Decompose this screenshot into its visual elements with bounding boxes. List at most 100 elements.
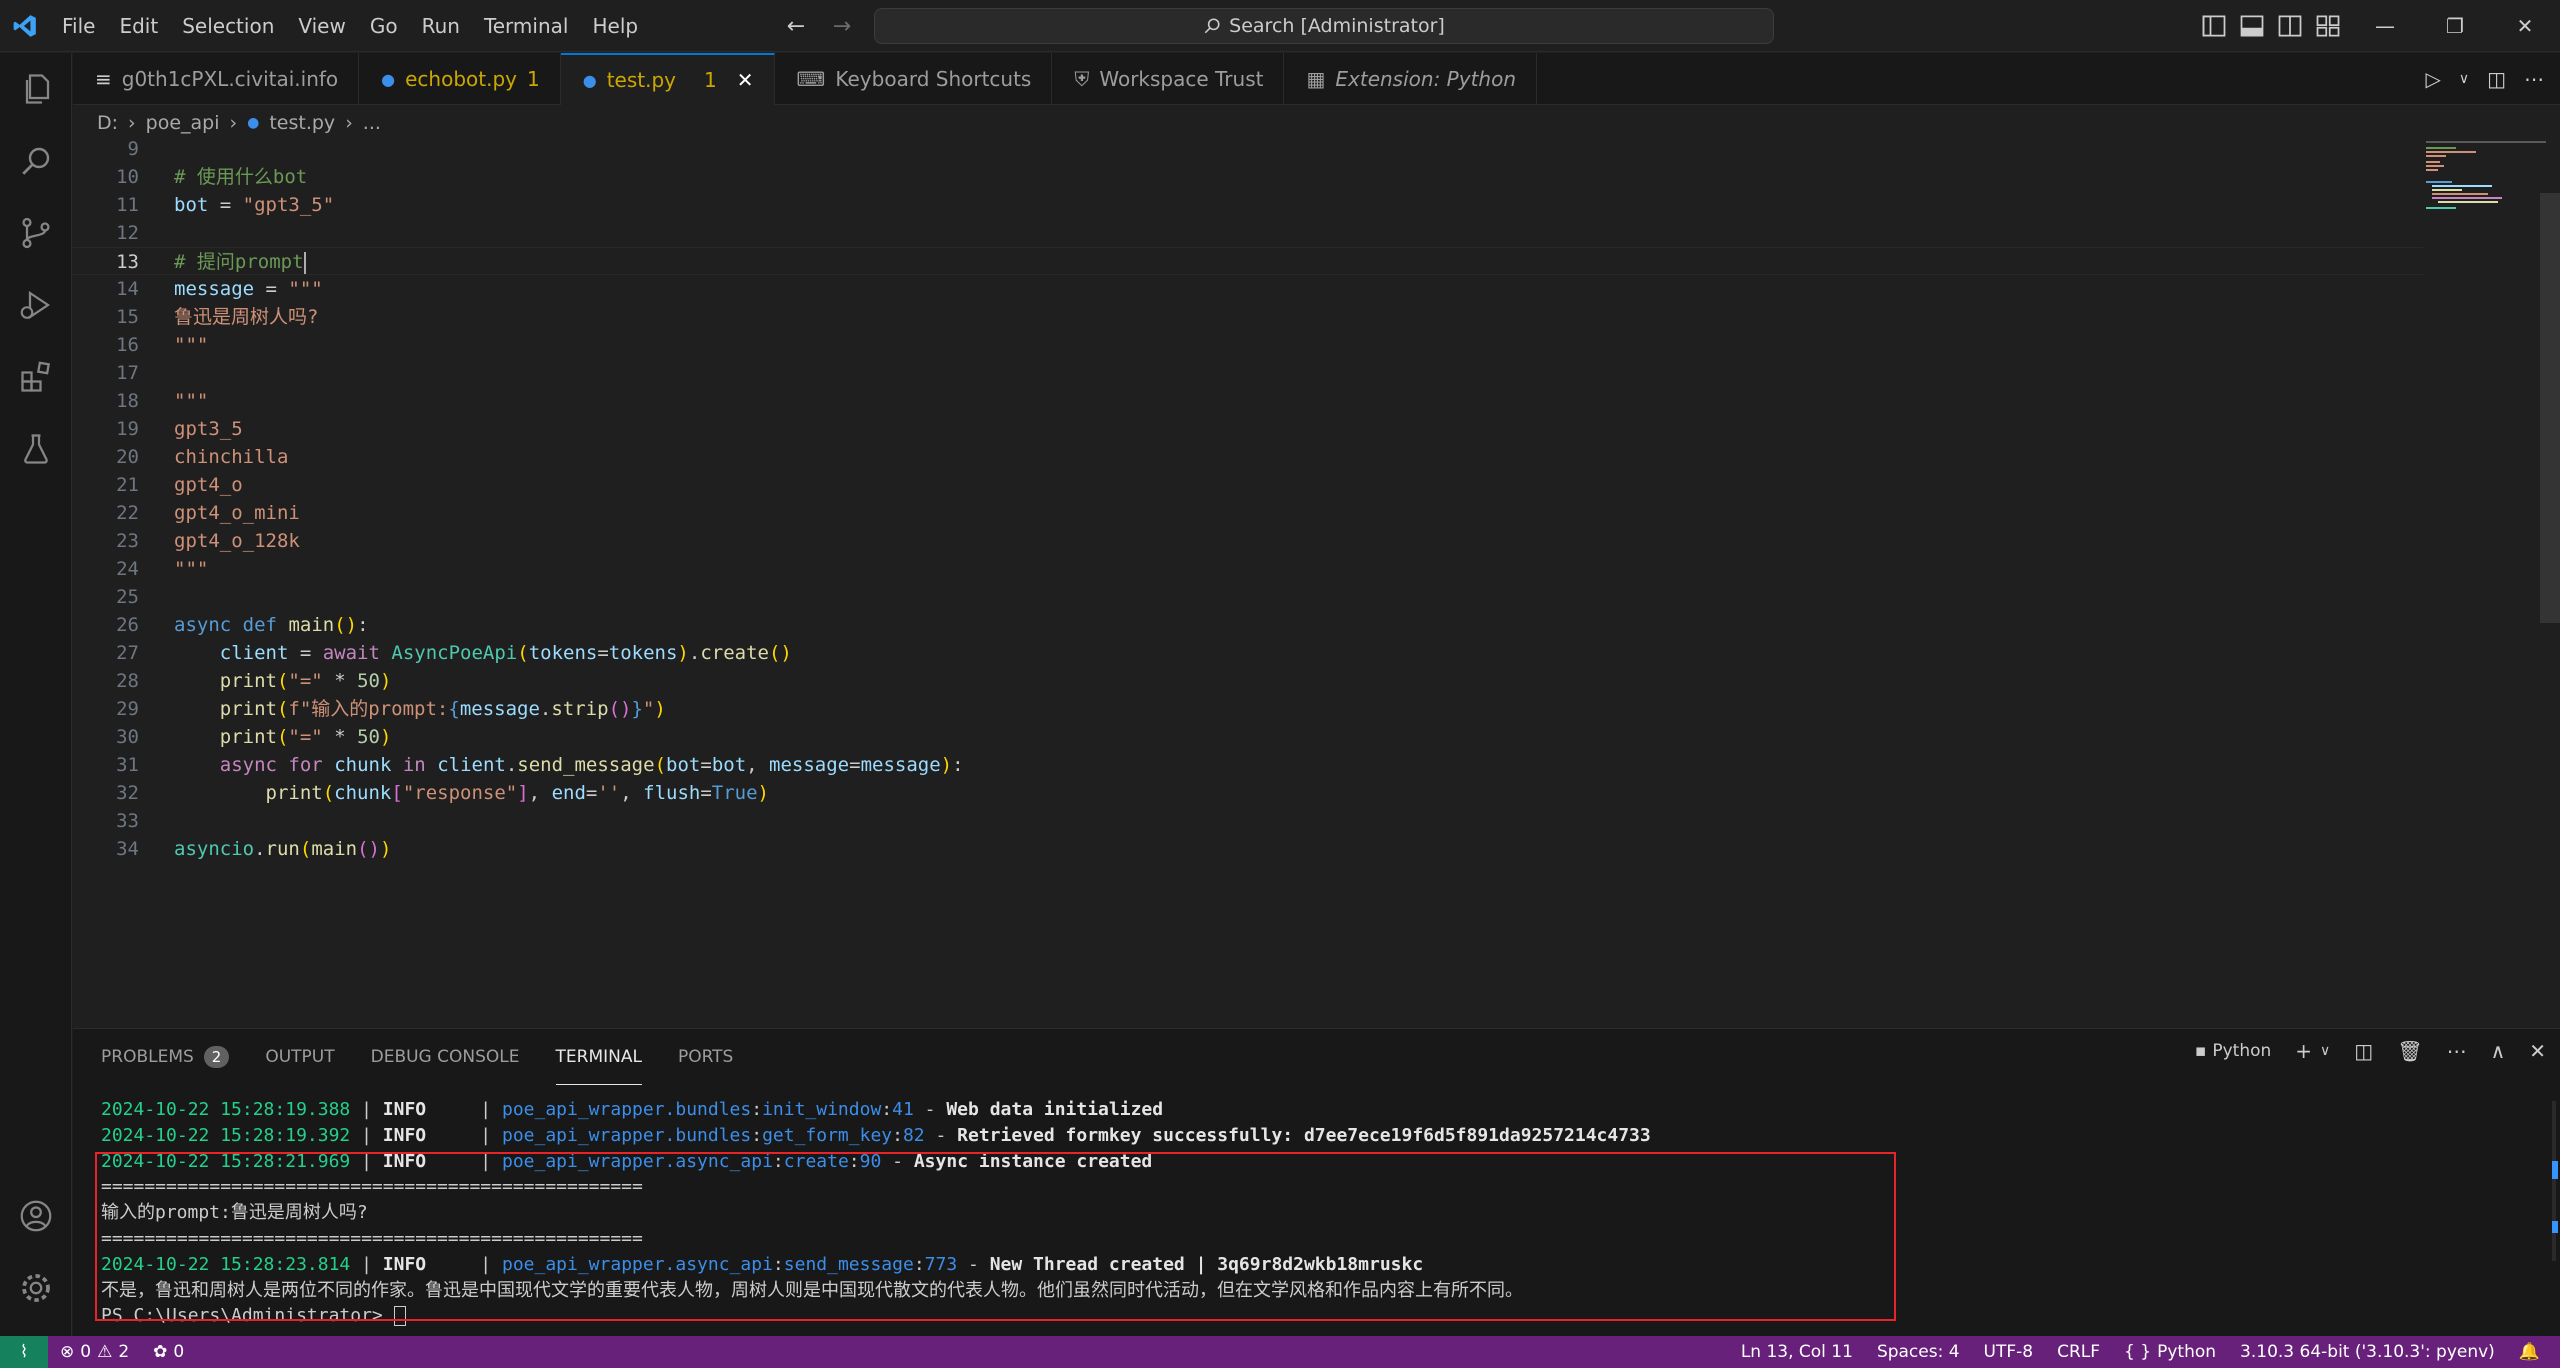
breadcrumb-more[interactable]: ... — [363, 112, 381, 134]
tab-terminal[interactable]: TERMINAL — [555, 1029, 642, 1085]
ports-status[interactable]: ✿ 0 — [141, 1342, 196, 1362]
tab-test-py[interactable]: ● test.py 1 ✕ — [560, 53, 775, 105]
menu-help[interactable]: Help — [580, 8, 650, 44]
line-endings[interactable]: CRLF — [2045, 1342, 2112, 1362]
close-tab-icon[interactable]: ✕ — [737, 68, 754, 92]
breadcrumb-drive[interactable]: D: — [97, 112, 118, 134]
toggle-panel-icon[interactable] — [2238, 12, 2266, 40]
editor-area: ≡ g0th1cPXL.civitai.info ● echobot.py 1 … — [73, 53, 2560, 1028]
explorer-icon[interactable] — [0, 53, 72, 125]
minimap[interactable] — [2426, 141, 2546, 1028]
manage-gear-icon[interactable] — [0, 1252, 72, 1324]
variable: chunk — [334, 782, 392, 804]
trash-icon[interactable]: 🗑 — [2397, 1039, 2422, 1063]
problems-count-badge: 2 — [203, 1046, 230, 1068]
cursor-position[interactable]: Ln 13, Col 11 — [1729, 1342, 1865, 1362]
chevron-down-icon[interactable]: ∨ — [2320, 1043, 2330, 1059]
python-icon: ● — [381, 69, 396, 89]
more-actions-icon[interactable]: ⋯ — [2524, 67, 2544, 91]
run-python-file-icon[interactable]: ▷ — [2425, 67, 2440, 91]
function: main — [311, 838, 358, 860]
title-bar: File Edit Selection View Go Run Terminal… — [0, 0, 2560, 52]
toggle-secondary-sidebar-icon[interactable] — [2276, 12, 2304, 40]
function: strip — [551, 698, 609, 720]
toggle-primary-sidebar-icon[interactable] — [2200, 12, 2228, 40]
remote-indicator-icon[interactable]: ⌇ — [0, 1336, 48, 1368]
breadcrumb-file[interactable]: test.py — [269, 112, 335, 134]
back-arrow-icon[interactable]: ← — [780, 10, 812, 42]
lines-icon: ≡ — [95, 67, 112, 91]
string: gpt4_o — [174, 474, 243, 496]
code-editor[interactable]: 9 10 # 使用什么bot 11 bot = "gpt3_5" 12 13 # 提问… — [73, 138, 2423, 1028]
encoding[interactable]: UTF-8 — [1972, 1342, 2046, 1362]
chevron-down-icon[interactable]: ∨ — [2459, 71, 2469, 87]
variable: message — [769, 754, 850, 776]
menu-edit[interactable]: Edit — [107, 8, 170, 44]
menu-selection[interactable]: Selection — [170, 8, 286, 44]
code-line: 22 gpt4_o_mini — [73, 499, 2423, 527]
menu-view[interactable]: View — [286, 8, 357, 44]
source-control-icon[interactable] — [0, 197, 72, 269]
customize-layout-icon[interactable] — [2314, 12, 2342, 40]
menu-go[interactable]: Go — [358, 8, 410, 44]
log-function: init_window — [762, 1099, 882, 1120]
tab-problem-count: 1 — [527, 67, 540, 91]
close-window-icon[interactable]: ✕ — [2490, 0, 2560, 52]
menu-run[interactable]: Run — [410, 8, 472, 44]
line-number: 17 — [116, 362, 139, 384]
more-actions-icon[interactable]: ⋯ — [2447, 1039, 2467, 1063]
editor-tabs: ≡ g0th1cPXL.civitai.info ● echobot.py 1 … — [73, 53, 2560, 105]
line-number: 25 — [116, 586, 139, 608]
tab-problems[interactable]: PROBLEMS 2 — [101, 1029, 230, 1085]
line-number: 33 — [116, 810, 139, 832]
new-terminal-icon[interactable]: + — [2295, 1039, 2312, 1063]
tab-ports[interactable]: PORTS — [678, 1029, 733, 1085]
variable: message — [174, 278, 255, 300]
editor-scrollbar[interactable] — [2540, 193, 2560, 623]
terminal-shell-name[interactable]: Python — [2212, 1041, 2271, 1061]
restore-icon[interactable]: ❐ — [2420, 0, 2490, 52]
forward-arrow-icon[interactable]: → — [826, 10, 858, 42]
line-number: 15 — [116, 306, 139, 328]
tab-debug-console[interactable]: DEBUG CONSOLE — [371, 1029, 520, 1085]
tab-workspace-trust[interactable]: ⛨ Workspace Trust — [1052, 53, 1285, 105]
code-line: 16 """ — [73, 331, 2423, 359]
language-mode[interactable]: { } Python — [2112, 1342, 2228, 1362]
string: gpt4_o_128k — [174, 530, 300, 552]
terminal-scrollbar[interactable] — [2550, 1101, 2560, 1261]
code-line: 9 — [73, 135, 2423, 163]
notifications-bell-icon[interactable]: 🔔 — [2507, 1342, 2552, 1362]
close-panel-icon[interactable]: ✕ — [2529, 1039, 2546, 1063]
tab-echobot[interactable]: ● echobot.py 1 — [359, 53, 561, 105]
menu-file[interactable]: File — [50, 8, 107, 44]
account-icon[interactable] — [0, 1180, 72, 1252]
search-icon — [1204, 18, 1220, 34]
command-center-search[interactable]: Search [Administrator] — [874, 8, 1774, 44]
log-message: Retrieved formkey successfully: d7ee7ece… — [957, 1124, 1651, 1146]
tab-keyboard-shortcuts[interactable]: ⌨ Keyboard Shortcuts — [775, 53, 1053, 105]
run-debug-icon[interactable] — [0, 269, 72, 341]
testing-flask-icon[interactable] — [0, 413, 72, 485]
keyboard-icon: ⌨ — [796, 67, 826, 91]
problems-status[interactable]: ⊗ 0 ⚠ 2 — [48, 1342, 141, 1362]
split-terminal-icon[interactable]: ◫ — [2354, 1039, 2373, 1063]
tab-civitai-info[interactable]: ≡ g0th1cPXL.civitai.info — [73, 53, 360, 105]
indentation[interactable]: Spaces: 4 — [1865, 1342, 1972, 1362]
line-number: 22 — [116, 502, 139, 524]
tab-output[interactable]: OUTPUT — [265, 1029, 334, 1085]
tab-extension-python[interactable]: ▦ Extension: Python — [1284, 53, 1537, 105]
code-line: 31 async for chunk in client.send_messag… — [73, 751, 2423, 779]
extensions-icon[interactable] — [0, 341, 72, 413]
minimize-icon[interactable]: — — [2350, 0, 2420, 52]
breadcrumb-folder[interactable]: poe_api — [146, 112, 220, 134]
variable: client — [437, 754, 506, 776]
search-icon[interactable] — [0, 125, 72, 197]
split-editor-icon[interactable]: ◫ — [2487, 67, 2506, 91]
keyword: def — [242, 614, 277, 636]
code-line: 21 gpt4_o — [73, 471, 2423, 499]
log-timestamp: 2024-10-22 15:28:19.392 — [101, 1124, 351, 1146]
function: print — [219, 698, 277, 720]
menu-terminal[interactable]: Terminal — [472, 8, 581, 44]
python-interpreter[interactable]: 3.10.3 64-bit ('3.10.3': pyenv) — [2228, 1342, 2507, 1362]
maximize-panel-icon[interactable]: ∧ — [2491, 1039, 2506, 1063]
